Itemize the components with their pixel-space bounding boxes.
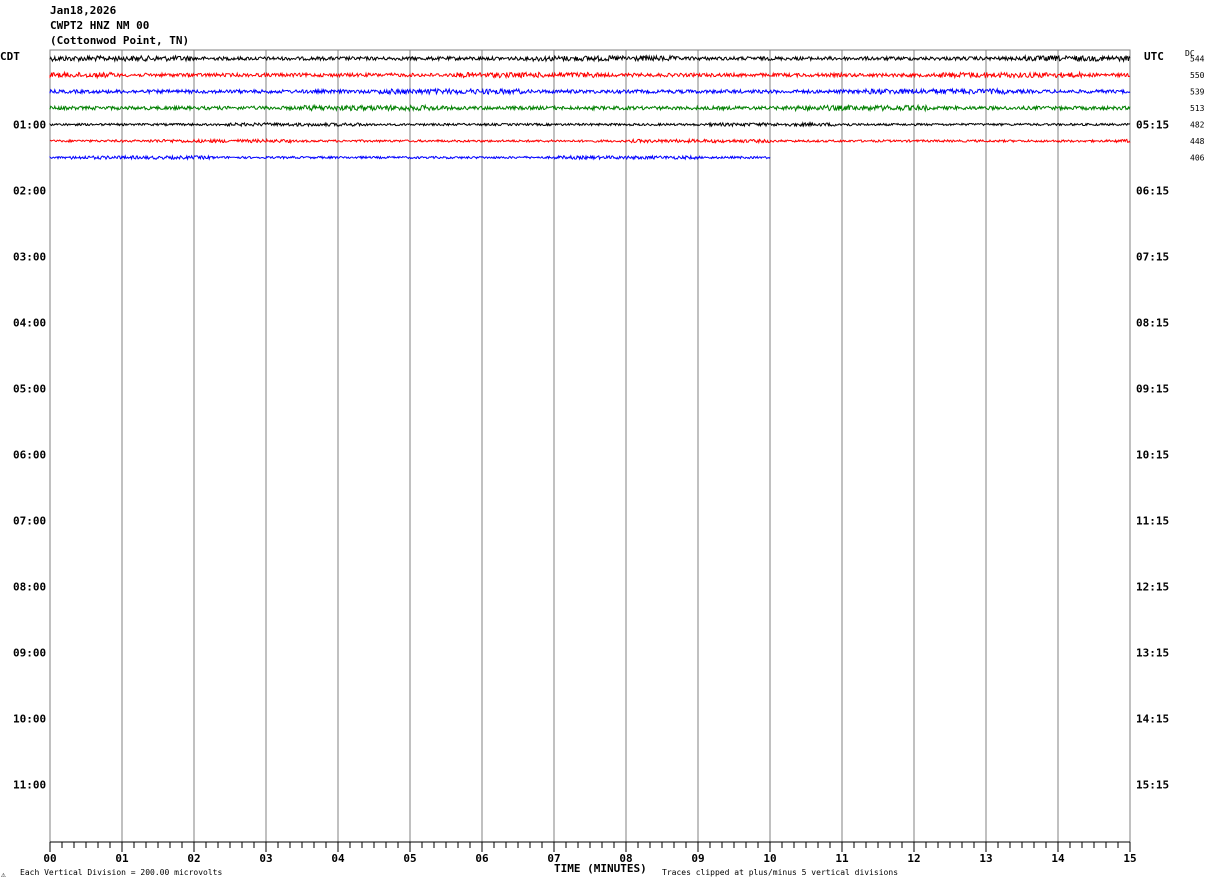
seismogram-plot: 00 01 02 03 04 05 06 07 08 09 10 11 12 13 14 1501:0002:… bbox=[13, 49, 1205, 865]
seismic-trace bbox=[49, 87, 1131, 96]
left-time-label: 04:00 bbox=[13, 317, 46, 330]
date-label: Jan18,2026 bbox=[50, 4, 117, 17]
x-tick-label: 01 bbox=[115, 852, 129, 865]
seismic-trace bbox=[49, 121, 1131, 128]
left-timezone-label: CDT bbox=[0, 50, 20, 63]
left-time-label: 01:00 bbox=[13, 119, 46, 132]
x-tick-label: 15 bbox=[1123, 852, 1136, 865]
left-time-label: 05:00 bbox=[13, 383, 46, 396]
x-tick-label: 06 bbox=[475, 852, 489, 865]
right-time-label: 05:15 bbox=[1136, 119, 1169, 132]
plot-frame bbox=[49, 49, 1131, 843]
right-timezone-label: UTC bbox=[1144, 50, 1164, 63]
seismic-trace bbox=[49, 54, 1131, 64]
clip-note: Traces clipped at plus/minus 5 vertical … bbox=[662, 868, 899, 877]
right-time-label: 09:15 bbox=[1136, 383, 1169, 396]
right-time-label: 13:15 bbox=[1136, 647, 1169, 660]
seismic-trace bbox=[49, 70, 1131, 80]
dc-offset-label: 550 bbox=[1190, 71, 1205, 80]
left-time-label: 10:00 bbox=[13, 713, 46, 726]
right-time-label: 11:15 bbox=[1136, 515, 1169, 528]
x-tick-label: 14 bbox=[1051, 852, 1065, 865]
x-tick-label: 13 bbox=[979, 852, 992, 865]
dc-offset-label: 513 bbox=[1190, 104, 1205, 113]
right-time-label: 12:15 bbox=[1136, 581, 1169, 594]
dc-header-label: DC bbox=[1185, 49, 1195, 58]
left-time-label: 08:00 bbox=[13, 581, 46, 594]
right-time-label: 14:15 bbox=[1136, 713, 1169, 726]
x-tick-label: 04 bbox=[331, 852, 345, 865]
dc-offset-label: 406 bbox=[1190, 154, 1205, 163]
location-label: (Cottonwod Point, TN) bbox=[50, 34, 190, 47]
dc-offset-label: 448 bbox=[1190, 137, 1205, 146]
x-tick-label: 11 bbox=[835, 852, 849, 865]
right-time-label: 08:15 bbox=[1136, 317, 1169, 330]
right-time-label: 07:15 bbox=[1136, 251, 1169, 264]
x-tick-label: 09 bbox=[691, 852, 704, 865]
right-time-label: 10:15 bbox=[1136, 449, 1169, 462]
x-tick-label: 02 bbox=[187, 852, 200, 865]
left-time-label: 02:00 bbox=[13, 185, 46, 198]
x-tick-label: 05 bbox=[403, 852, 416, 865]
left-time-label: 09:00 bbox=[13, 647, 46, 660]
scale-note: Each Vertical Division = 200.00 microvol… bbox=[20, 868, 223, 877]
left-time-label: 06:00 bbox=[13, 449, 46, 462]
right-time-label: 06:15 bbox=[1136, 185, 1169, 198]
x-tick-label: 00 bbox=[43, 852, 56, 865]
seismic-trace bbox=[49, 103, 1131, 113]
logo-icon: ⚠ bbox=[1, 870, 6, 879]
left-time-label: 07:00 bbox=[13, 515, 46, 528]
dc-offset-label: 539 bbox=[1190, 88, 1205, 97]
x-tick-label: 12 bbox=[907, 852, 920, 865]
x-tick-label: 03 bbox=[259, 852, 272, 865]
right-time-label: 15:15 bbox=[1136, 779, 1169, 792]
x-tick-label: 10 bbox=[763, 852, 776, 865]
left-time-label: 03:00 bbox=[13, 251, 46, 264]
left-time-label: 11:00 bbox=[13, 779, 46, 792]
seismic-trace bbox=[49, 137, 1131, 145]
x-axis-title: TIME (MINUTES) bbox=[554, 862, 647, 875]
station-label: CWPT2 HNZ NM 00 bbox=[50, 19, 150, 32]
dc-offset-label: 482 bbox=[1190, 121, 1205, 130]
